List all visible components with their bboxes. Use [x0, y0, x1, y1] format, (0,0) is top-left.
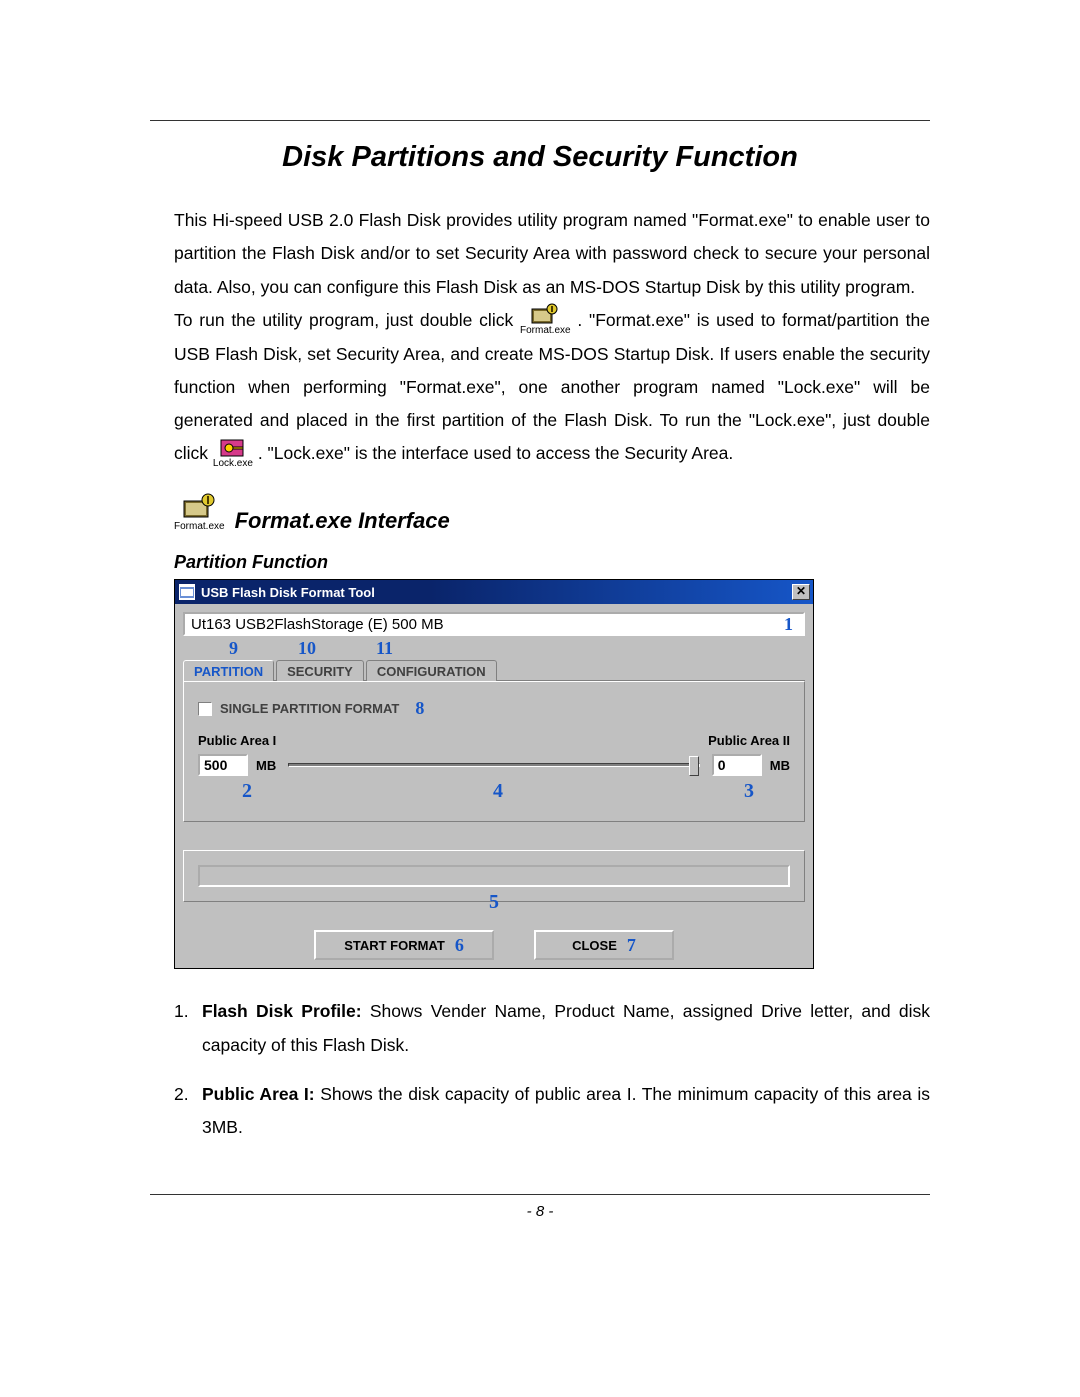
single-partition-label: SINGLE PARTITION FORMAT [220, 701, 399, 716]
tab-configuration[interactable]: CONFIGURATION [366, 660, 497, 681]
start-format-label: START FORMAT [344, 938, 445, 953]
run-text-c: . "Lock.exe" is the interface used to ac… [258, 443, 733, 463]
callout-10: 10 [298, 638, 316, 659]
format-exe-label: Format.exe [520, 325, 571, 336]
dialog-titlebar: USB Flash Disk Format Tool ✕ [175, 580, 813, 604]
lock-exe-label: Lock.exe [213, 458, 253, 469]
public-area-1-input[interactable]: 500 [198, 754, 248, 776]
unit-mb-2: MB [770, 758, 790, 773]
format-exe-icon: Format.exe [520, 303, 571, 336]
list-2-lead: Public Area I: [202, 1084, 315, 1104]
close-label: CLOSE [572, 938, 617, 953]
progress-panel: 5 [183, 850, 805, 902]
callout-2: 2 [242, 780, 252, 803]
list-number-1: 1. [174, 995, 202, 1062]
partition-panel: SINGLE PARTITION FORMAT 8 Public Area I … [183, 681, 805, 822]
list-item: 1. Flash Disk Profile: Shows Vender Name… [174, 995, 930, 1062]
intro-paragraph-1: This Hi-speed USB 2.0 Flash Disk provide… [174, 204, 930, 304]
dialog-title-icon [179, 584, 195, 600]
list-number-2: 2. [174, 1078, 202, 1145]
lock-exe-icon: Lock.exe [213, 436, 253, 469]
format-exe-icon-2: Format.exe [174, 493, 225, 532]
page-title: Disk Partitions and Security Function [150, 141, 930, 174]
profile-text: Ut163 USB2FlashStorage (E) 500 MB [191, 616, 444, 633]
public-area-2-input[interactable]: 0 [712, 754, 762, 776]
partition-slider[interactable] [288, 763, 700, 767]
partition-slider-thumb[interactable] [689, 756, 699, 776]
dialog-close-button[interactable]: ✕ [792, 584, 810, 600]
public-area-2-label: Public Area II [708, 733, 790, 748]
intro-paragraph-2: To run the utility program, just double … [174, 304, 930, 472]
divider-top [150, 120, 930, 121]
section-subtitle: Format.exe Interface [235, 508, 450, 534]
callout-1: 1 [784, 615, 793, 633]
callout-5: 5 [489, 891, 499, 914]
single-partition-checkbox[interactable] [198, 702, 212, 716]
divider-bottom [150, 1194, 930, 1195]
tab-partition[interactable]: PARTITION [183, 660, 274, 681]
callout-8: 8 [415, 698, 424, 719]
format-exe-label-2: Format.exe [174, 521, 225, 532]
callout-4: 4 [493, 780, 503, 803]
run-text-a: To run the utility program, just double … [174, 310, 513, 330]
format-tool-dialog: USB Flash Disk Format Tool ✕ Ut163 USB2F… [174, 579, 814, 969]
callout-3: 3 [744, 780, 754, 803]
page-number: - 8 - [527, 1203, 554, 1220]
callout-9: 9 [229, 638, 238, 659]
close-button[interactable]: CLOSE 7 [534, 930, 674, 960]
progress-bar [198, 865, 790, 887]
callouts-9-10-11: 9 10 11 [183, 638, 805, 659]
unit-mb-1: MB [256, 758, 276, 773]
flash-disk-profile: Ut163 USB2FlashStorage (E) 500 MB 1 [183, 612, 805, 636]
dialog-title: USB Flash Disk Format Tool [201, 585, 792, 600]
callout-6: 6 [455, 935, 464, 956]
public-area-1-label: Public Area I [198, 733, 276, 748]
list-item: 2. Public Area I: Shows the disk capacit… [174, 1078, 930, 1145]
description-list: 1. Flash Disk Profile: Shows Vender Name… [174, 995, 930, 1144]
start-format-button[interactable]: START FORMAT 6 [314, 930, 494, 960]
tab-security[interactable]: SECURITY [276, 660, 364, 681]
subsection-title: Partition Function [174, 552, 930, 573]
list-1-lead: Flash Disk Profile: [202, 1001, 362, 1021]
tab-strip: PARTITION SECURITY CONFIGURATION [183, 659, 805, 681]
callout-11: 11 [376, 638, 393, 659]
callout-7: 7 [627, 935, 636, 956]
